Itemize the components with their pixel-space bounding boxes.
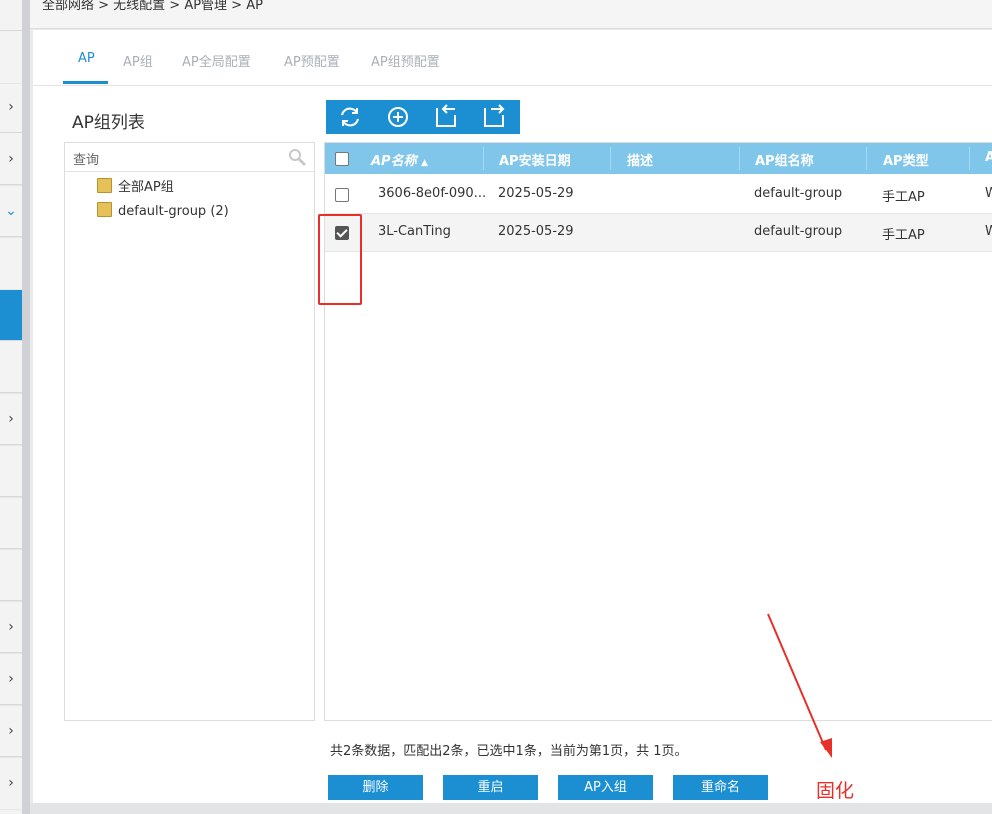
cell-install-date: 2025-05-29 [498,186,574,201]
tab-active-indicator [63,81,108,84]
left-nav: › › ⌄ › › › › › [0,0,22,814]
pagination-summary: 共2条数据，匹配出2条，已选中1条，当前为第1页，共 1页。 [330,744,688,759]
group-search-input[interactable]: 查询 [65,143,314,172]
add-to-group-button[interactable]: AP入组 [558,775,653,800]
col-description[interactable]: 描述 [627,150,653,169]
chevron-right-icon[interactable]: › [4,412,18,426]
cell-type: 手工AP [882,190,925,205]
search-placeholder: 查询 [73,153,100,168]
col-ap-type[interactable]: AP类型 [883,150,929,169]
search-icon[interactable] [288,148,306,166]
tree-item-default-group[interactable]: default-group (2) [97,202,229,219]
nav-scrollbar[interactable] [22,0,30,814]
row-checkbox[interactable] [335,188,349,202]
chevron-right-icon[interactable]: › [4,724,18,738]
chevron-right-icon[interactable]: › [4,672,18,686]
tree-item-all-groups[interactable]: 全部AP组 [97,176,174,195]
cell-ap-name: 3606-8e0f-090... [378,186,487,201]
breadcrumb: 全部网络 > 无线配置 > AP管理 > AP [42,0,263,13]
highlight-box [318,214,362,305]
rename-button[interactable]: 重命名 [673,775,768,800]
chevron-down-icon[interactable]: ⌄ [4,204,18,218]
chevron-right-icon[interactable]: › [4,776,18,790]
group-panel-title: AP组列表 [72,113,145,133]
delete-button[interactable]: 删除 [328,775,423,800]
table-header: AP名称 ▲ AP安装日期 描述 AP组名称 AP类型 A [325,143,992,174]
cell-group: default-group [754,186,843,201]
tree-item-label: default-group (2) [118,204,229,219]
col-ap-name[interactable]: AP名称 ▲ [371,150,428,169]
add-icon[interactable] [385,104,411,130]
nav-item[interactable] [0,30,22,84]
chevron-right-icon[interactable]: › [4,152,18,166]
tab-ap-preconfig[interactable]: AP预配置 [284,51,340,70]
cell-type: 手工AP [882,228,925,243]
refresh-icon[interactable] [337,104,363,130]
tab-ap-group-preconfig[interactable]: AP组预配置 [371,51,440,70]
table-toolbar [326,100,520,134]
cell-group: default-group [754,224,843,239]
tab-bar: AP AP组 AP全局配置 AP预配置 AP组预配置 [33,45,992,86]
cell-install-date: 2025-05-29 [498,224,574,239]
folder-icon [97,202,112,217]
annotation-arrow-icon [767,613,832,758]
cell-extra: W [985,186,992,201]
col-group-name[interactable]: AP组名称 [755,150,814,169]
table-row[interactable]: 3606-8e0f-090... 2025-05-29 default-grou… [325,176,992,214]
tab-ap-group[interactable]: AP组 [123,51,153,70]
nav-item[interactable] [0,236,22,290]
select-all-checkbox[interactable] [335,152,349,166]
tab-ap-global-config[interactable]: AP全局配置 [182,51,251,70]
tree-item-label: 全部AP组 [118,180,174,195]
import-icon[interactable] [433,104,459,130]
cell-extra: W [985,224,992,239]
cell-ap-name: 3L-CanTing [378,224,451,239]
annotation-text: 固化 [816,780,855,802]
export-icon[interactable] [481,104,507,130]
tab-ap[interactable]: AP [78,51,95,66]
nav-item[interactable] [0,340,22,394]
col-install-date[interactable]: AP安装日期 [499,150,571,169]
restart-button[interactable]: 重启 [443,775,538,800]
nav-item-active[interactable] [0,290,22,340]
nav-item[interactable] [0,444,22,498]
bottom-scrollbar[interactable] [30,803,992,814]
group-tree: 查询 全部AP组 default-group (2) [64,142,315,721]
nav-item[interactable] [0,496,22,550]
chevron-right-icon[interactable]: › [4,100,18,114]
folder-icon [97,178,112,193]
table-row[interactable]: 3L-CanTing 2025-05-29 default-group 手工AP… [325,214,992,252]
sort-asc-icon[interactable]: ▲ [421,158,428,168]
chevron-right-icon[interactable]: › [4,620,18,634]
top-bar: 全部网络 > 无线配置 > AP管理 > AP [30,0,992,29]
nav-item[interactable] [0,548,22,602]
col-extra[interactable]: A [985,150,992,165]
ap-table: AP名称 ▲ AP安装日期 描述 AP组名称 AP类型 A 3606-8e0f-… [324,142,992,721]
